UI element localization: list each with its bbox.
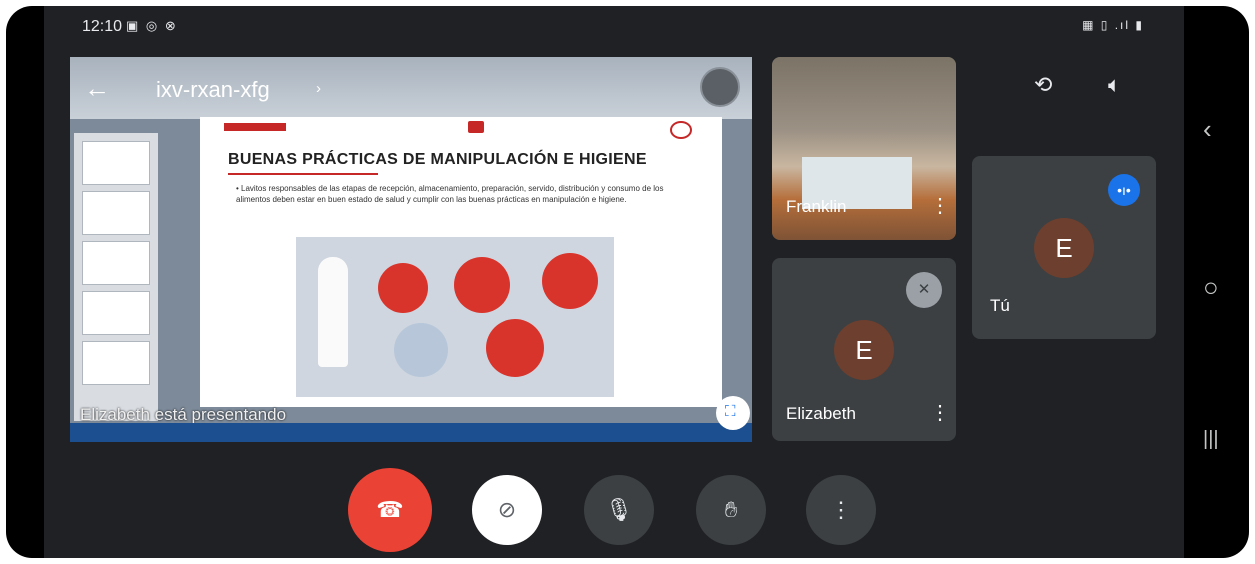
hygiene-illustration [296, 237, 614, 397]
phone-hangup-icon: ☎ [376, 497, 404, 522]
presenter-banner: Elizabeth está presentando [80, 405, 287, 424]
title-underline [228, 173, 378, 175]
mic-muted-icon: ✕ [906, 272, 942, 308]
status-time: 12:10 [82, 18, 123, 35]
participant-tile-elizabeth[interactable]: ✕ E Elizabeth ⋮ [772, 258, 956, 441]
worker-figure [318, 257, 348, 367]
windows-taskbar [70, 423, 752, 442]
camera-toggle-button[interactable]: ⊘ [472, 475, 542, 545]
microbe-circle [394, 323, 448, 377]
seal-logo [670, 121, 692, 139]
call-controls: ☎ ⊘ 🎙︎ ✋︎ ⋮ [44, 468, 1184, 558]
mic-icon: 🎙︎ [605, 497, 633, 522]
speaking-indicator-icon: •ı• [1108, 174, 1140, 206]
android-nav-bar: ‹ ○ ||| [1185, 6, 1249, 558]
participant-name: Tú [990, 296, 1010, 315]
slide-thumbnails [74, 133, 158, 421]
phone-frame: 12:10 ▣ ◎ ⊗ ▦ ▯ .ıl ▮ ← ixv-rxan-xfg › B… [6, 6, 1249, 558]
participant-menu-icon[interactable]: ⋮ [930, 193, 950, 218]
avatar: E [1034, 218, 1094, 278]
fullscreen-icon: ⛶ [725, 403, 736, 420]
system-status-icons: ▦ ▯ .ıl ▮ [1082, 18, 1144, 32]
slide-thumbnail [82, 241, 150, 285]
meet-screen: 12:10 ▣ ◎ ⊗ ▦ ▯ .ıl ▮ ← ixv-rxan-xfg › B… [44, 6, 1184, 558]
slide-title: BUENAS PRÁCTICAS DE MANIPULACIÓN E HIGIE… [228, 151, 647, 168]
participant-menu-icon[interactable]: ⋮ [930, 400, 950, 425]
shield-circle [378, 263, 428, 313]
slide-thumbnail [82, 191, 150, 235]
raise-hand-button[interactable]: ✋︎ [696, 475, 766, 545]
nav-back-icon[interactable]: ‹ [1203, 114, 1212, 145]
rotate-camera-icon[interactable]: ⟲ [1034, 72, 1052, 98]
speaker-icon[interactable]: 🔈︎ [1108, 72, 1121, 98]
end-call-button[interactable]: ☎ [348, 468, 432, 552]
hands-circle [542, 253, 598, 309]
handwash-circle [454, 257, 510, 313]
slide-thumbnail [82, 291, 150, 335]
participant-name: Franklin [786, 197, 847, 216]
hand-icon: ✋︎ [724, 497, 738, 522]
nav-home-icon[interactable]: ○ [1203, 272, 1219, 303]
slide-thumbnail [82, 341, 150, 385]
camera-off-icon: ⊘ [497, 497, 517, 522]
germs-circle [486, 319, 544, 377]
program-logo [468, 121, 484, 133]
self-tile[interactable]: •ı• E Tú [972, 156, 1156, 339]
notification-icons: ▣ ◎ ⊗ [126, 18, 178, 33]
status-bar: 12:10 ▣ ◎ ⊗ ▦ ▯ .ıl ▮ [44, 6, 1184, 50]
nav-recents-icon[interactable]: ||| [1203, 428, 1219, 451]
chevron-right-icon[interactable]: › [316, 80, 321, 97]
back-arrow-icon[interactable]: ← [84, 73, 110, 104]
mic-toggle-button[interactable]: 🎙︎ [584, 475, 654, 545]
slide-thumbnail [82, 141, 150, 185]
meeting-code[interactable]: ixv-rxan-xfg [156, 77, 270, 103]
more-vert-icon: ⋮ [830, 497, 852, 522]
fullscreen-button[interactable]: ⛶ [716, 396, 750, 430]
participant-name: Elizabeth [786, 404, 856, 423]
institution-logo [224, 123, 286, 131]
slide-body-text: • Lavitos responsables de las etapas de … [236, 184, 664, 204]
presentation-view[interactable]: ← ixv-rxan-xfg › BUENAS PRÁCTICAS DE MAN… [70, 57, 752, 442]
current-slide: BUENAS PRÁCTICAS DE MANIPULACIÓN E HIGIE… [200, 117, 722, 407]
avatar: E [834, 320, 894, 380]
more-options-button[interactable]: ⋮ [806, 475, 876, 545]
presenter-avatar [700, 67, 740, 107]
participant-tile-franklin[interactable]: Franklin ⋮ [772, 57, 956, 240]
